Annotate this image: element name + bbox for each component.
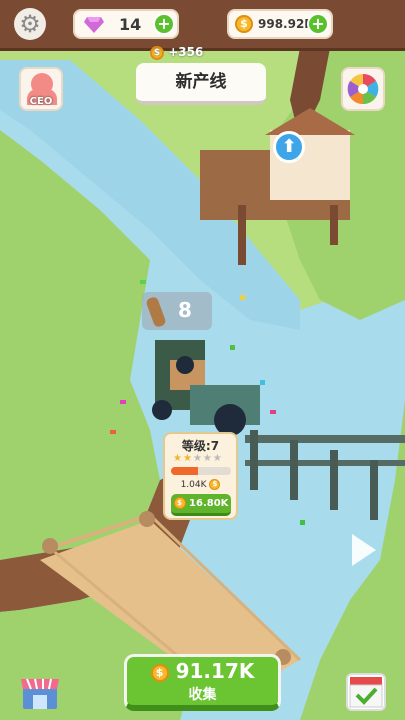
- gem-counter: 14 +: [73, 9, 179, 39]
- wheel-icon: [347, 73, 379, 105]
- floating-income-value: +356: [168, 45, 204, 59]
- upgrade-cost-value: 1.04K: [180, 480, 207, 490]
- next-area-arrow-icon[interactable]: [352, 534, 376, 566]
- star-icon: ★: [182, 453, 193, 464]
- coin-icon: $: [150, 663, 169, 682]
- wood-count: 8: [178, 298, 192, 322]
- star-icon: ★: [192, 453, 203, 464]
- settings-button[interactable]: ⚙: [14, 8, 46, 40]
- log-icon: [145, 295, 167, 329]
- coin-counter: $ 998.92M +: [227, 9, 333, 39]
- star-icon: ★: [173, 453, 183, 464]
- daily-tasks-button[interactable]: [346, 673, 386, 711]
- shop-button[interactable]: [19, 673, 61, 711]
- top-bar: ⚙ 14 + $ 998.92M +: [0, 0, 405, 51]
- upgrade-cost: 1.04K $: [165, 479, 236, 490]
- coin-icon: $: [173, 497, 186, 509]
- level-label: 等级:7: [181, 439, 220, 453]
- calendar-check-icon: [349, 677, 383, 708]
- upgrade-available-icon[interactable]: ⬆: [273, 131, 305, 163]
- coin-icon: $: [209, 479, 221, 490]
- gem-icon: [84, 17, 104, 33]
- upgrade-button-value: 16.80K: [189, 498, 229, 509]
- level-stars: ★★★★★: [173, 453, 223, 464]
- shop-icon: [21, 678, 59, 709]
- floating-income: $ +356: [150, 45, 203, 60]
- new-production-line-button[interactable]: 新产线: [136, 63, 266, 105]
- lucky-wheel-button[interactable]: [341, 67, 385, 111]
- gear-icon: ⚙: [19, 10, 41, 38]
- wood-counter: 8: [142, 292, 212, 330]
- upgrade-panel: 等级:7 ★★★★★ 1.04K $ $ 16.80K: [163, 432, 238, 520]
- ceo-button[interactable]: CEO: [19, 67, 63, 111]
- coin-icon: $: [150, 45, 164, 60]
- add-coins-button[interactable]: +: [307, 13, 329, 35]
- collect-label: 收集: [188, 687, 217, 703]
- collect-button[interactable]: $ 91.17K 收集: [124, 654, 281, 711]
- gem-count: 14: [119, 15, 142, 34]
- upgrade-progress-fill: [171, 467, 198, 475]
- coin-icon: $: [235, 15, 253, 33]
- star-icon: ★: [212, 453, 223, 464]
- ceo-label: CEO: [29, 96, 53, 107]
- collect-amount-value: 91.17K: [175, 659, 255, 683]
- upgrade-button[interactable]: $ 16.80K: [171, 494, 231, 516]
- upgrade-progress-bar: [171, 467, 231, 475]
- collect-amount: $ 91.17K: [127, 659, 278, 683]
- star-icon: ★: [202, 453, 213, 464]
- add-gems-button[interactable]: +: [153, 13, 175, 35]
